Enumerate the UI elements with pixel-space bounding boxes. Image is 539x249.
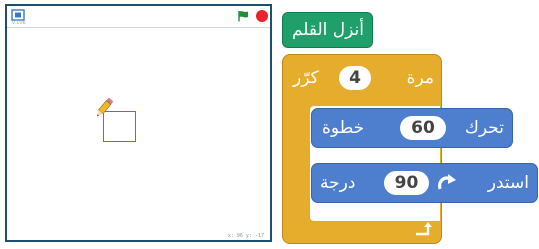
repeat-count-input[interactable]: 4 <box>339 66 371 90</box>
script-area: أنزل القلم مرة 4 كرّر تحرك 60 خطوة استدر… <box>280 0 539 249</box>
coordinate-readout: x: 96 y: -17 <box>227 233 264 239</box>
repeat-block[interactable]: مرة 4 كرّر <box>282 54 442 244</box>
repeat-label-post: مرة <box>406 68 434 88</box>
pencil-sprite-icon[interactable] <box>94 96 114 120</box>
move-label-pre: تحرك <box>464 118 504 138</box>
stage-toolbar: v.106 <box>7 6 270 28</box>
pen-down-block[interactable]: أنزل القلم <box>282 12 373 48</box>
stage-canvas[interactable] <box>7 28 270 230</box>
pen-down-label: أنزل القلم <box>291 20 364 40</box>
move-steps-input[interactable]: 60 <box>400 116 446 140</box>
turn-label-post: درجة <box>320 173 356 193</box>
turn-label-pre: استدر <box>487 173 529 193</box>
move-steps-block[interactable]: تحرك 60 خطوة <box>311 108 513 148</box>
version-label: v.106 <box>12 20 26 26</box>
loop-arrow-icon <box>416 222 432 236</box>
green-flag-icon[interactable] <box>237 10 249 22</box>
repeat-label-pre: كرّر <box>293 68 319 88</box>
turn-degrees-block[interactable]: استدر 90 درجة <box>311 163 538 203</box>
move-label-post: خطوة <box>322 118 365 138</box>
stage-panel: v.106 x: 96 y: -17 <box>5 4 272 242</box>
rotate-clockwise-icon <box>438 174 456 190</box>
stop-icon[interactable] <box>256 10 268 22</box>
turn-degrees-input[interactable]: 90 <box>384 171 429 195</box>
